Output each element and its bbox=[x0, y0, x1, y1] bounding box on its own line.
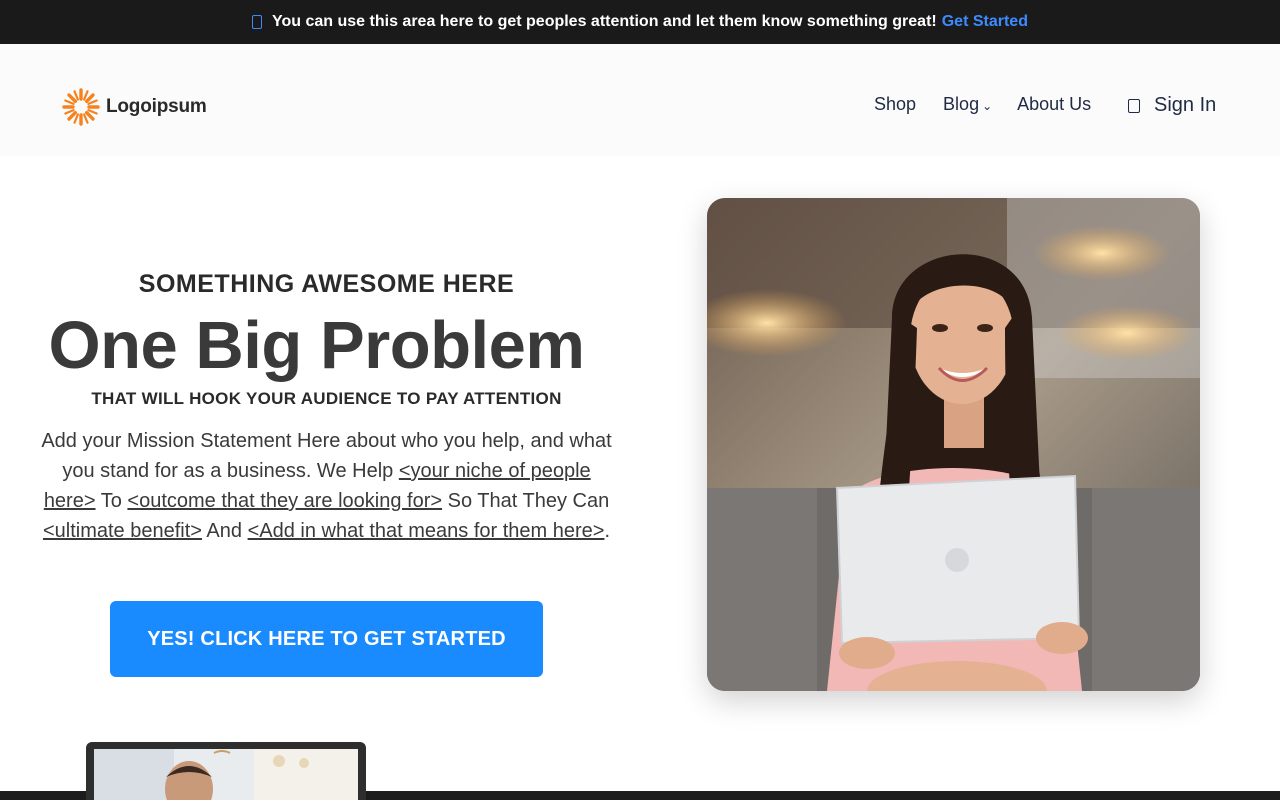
mission-statement: Add your Mission Statement Here about wh… bbox=[40, 426, 613, 546]
chevron-down-icon: ⌄ bbox=[982, 98, 993, 113]
main-nav: Shop Blog ⌄ About Us bbox=[874, 94, 1091, 115]
mission-text-4: And bbox=[201, 520, 248, 542]
announcement-bar: You can use this area here to get people… bbox=[0, 0, 1280, 44]
hero-eyebrow: SOMETHING AWESOME HERE bbox=[138, 270, 515, 298]
laptop-screen bbox=[94, 749, 358, 800]
mission-placeholder-meaning: <Add in what that means for them here> bbox=[247, 520, 605, 542]
bell-icon bbox=[252, 15, 263, 29]
logo-text: Logoipsum bbox=[106, 96, 207, 117]
hero-headline: One Big Problem bbox=[48, 308, 585, 383]
sign-in-label: Sign In bbox=[1154, 94, 1217, 116]
sun-burst-logo-icon bbox=[62, 88, 100, 126]
get-started-button[interactable]: YES! CLICK HERE TO GET STARTED bbox=[110, 601, 543, 677]
announcement-get-started-link[interactable]: Get Started bbox=[942, 13, 1028, 31]
mission-text-5: . bbox=[604, 520, 611, 542]
nav-item-blog[interactable]: Blog ⌄ bbox=[943, 94, 992, 115]
mission-placeholder-outcome: <outcome that they are looking for> bbox=[127, 490, 443, 512]
nav-item-about-us[interactable]: About Us bbox=[1017, 94, 1091, 115]
hero-subhead: THAT WILL HOOK YOUR AUDIENCE TO PAY ATTE… bbox=[91, 389, 562, 408]
logo[interactable]: Logoipsum bbox=[62, 88, 207, 126]
nav-item-blog-label: Blog bbox=[943, 94, 980, 114]
nav-item-shop[interactable]: Shop bbox=[874, 94, 916, 115]
mission-text-3: So That They Can bbox=[442, 490, 610, 512]
announcement-text: You can use this area here to get people… bbox=[272, 13, 937, 30]
mission-text-2: To bbox=[95, 490, 128, 512]
user-icon bbox=[1128, 98, 1140, 113]
mission-placeholder-benefit: <ultimate benefit> bbox=[42, 520, 202, 542]
laptop-preview-image bbox=[86, 742, 366, 800]
site-header: Logoipsum Shop Blog ⌄ About Us Sign In bbox=[0, 44, 1280, 156]
hero-photo bbox=[707, 198, 1200, 691]
sign-in-link[interactable]: Sign In bbox=[1128, 94, 1216, 117]
